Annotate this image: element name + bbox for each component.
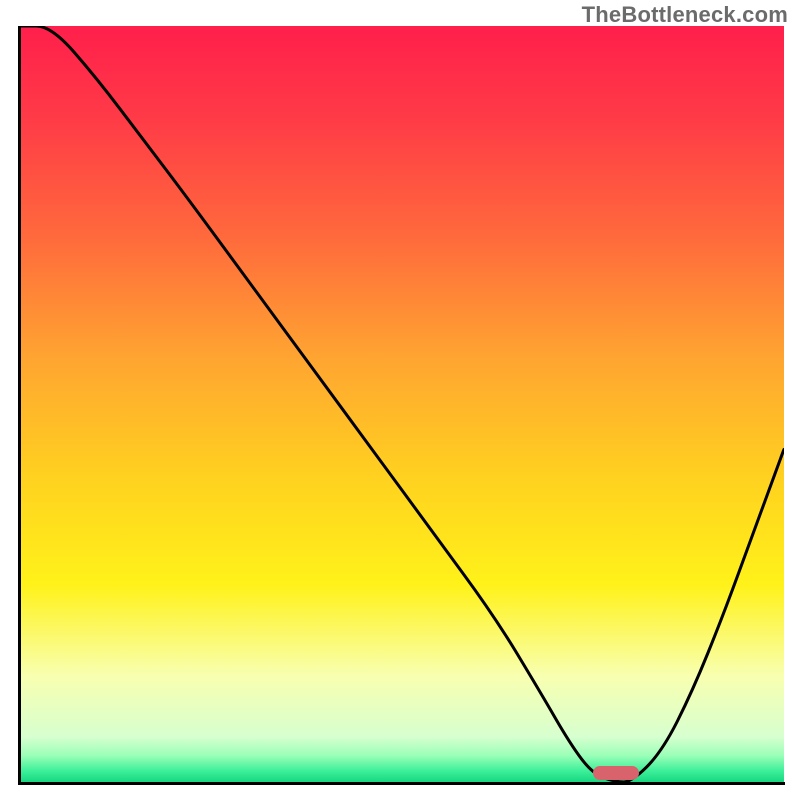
axes-frame [18, 26, 785, 785]
chart-stage: TheBottleneck.com [0, 0, 800, 800]
watermark-text: TheBottleneck.com [582, 2, 788, 28]
